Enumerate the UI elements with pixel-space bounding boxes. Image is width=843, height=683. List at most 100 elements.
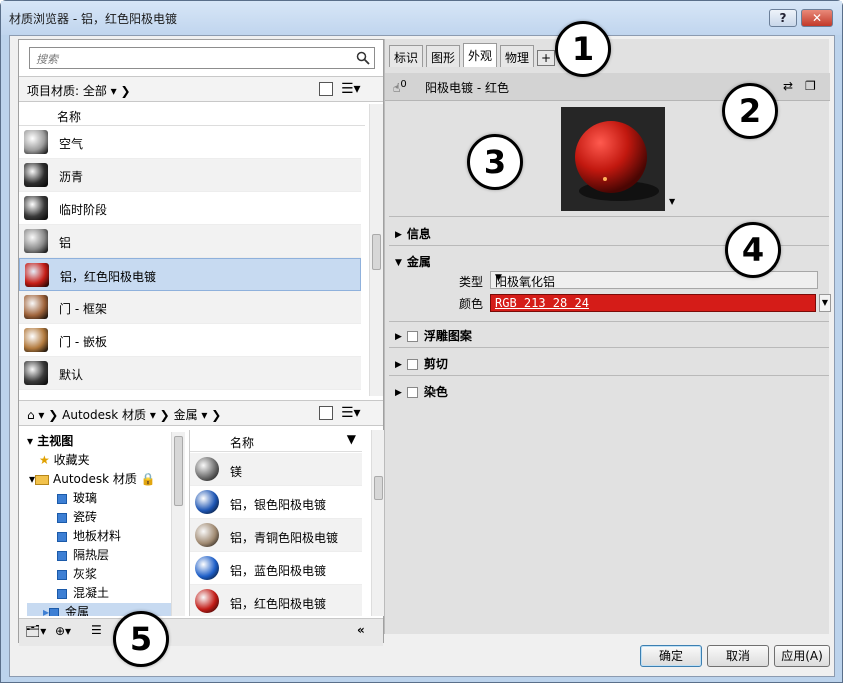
material-row[interactable]: 门 - 嵌板 <box>19 324 361 357</box>
project-list-scrollbar[interactable] <box>369 104 383 396</box>
library-material-row[interactable]: 铝，红色阳极电镀 <box>190 585 362 616</box>
material-row[interactable]: 默认 <box>19 357 361 390</box>
ok-button[interactable]: 确定 <box>640 645 702 667</box>
tree-item[interactable]: 灰浆 <box>57 565 97 583</box>
material-thumbnail <box>24 229 48 253</box>
tab-1[interactable]: 图形 <box>426 45 460 67</box>
library-list-header: 名称 ▼ <box>190 430 362 452</box>
library-material-row[interactable]: 铝，青铜色阳极电镀 <box>190 519 362 552</box>
collapse-icon[interactable]: « <box>357 623 365 637</box>
material-preview[interactable] <box>561 107 665 211</box>
color-label: 颜色 <box>459 297 484 311</box>
name-column-header: 名称 <box>57 110 82 124</box>
material-label: 镁 <box>230 465 243 479</box>
scroll-thumb[interactable] <box>372 234 381 270</box>
search-icon[interactable] <box>356 51 370 65</box>
panel-toggle-icon[interactable] <box>319 82 333 96</box>
material-thumbnail <box>195 523 219 547</box>
callout-3: 3 <box>467 134 523 190</box>
relief-checkbox <box>406 331 418 342</box>
library-material-row[interactable]: 铝，蓝色阳极电镀 <box>190 552 362 585</box>
tree-item[interactable]: 玻璃 <box>57 489 97 507</box>
material-label: 铝，青铜色阳极电镀 <box>230 531 339 545</box>
type-select[interactable]: 阳极氧化铝 ▼ <box>490 271 818 289</box>
tree-root[interactable]: ▾ 主视图 <box>27 432 73 450</box>
library-scroll-thumb[interactable] <box>374 476 383 500</box>
help-button[interactable]: ? <box>769 9 797 27</box>
search-placeholder: 搜索 <box>36 53 58 66</box>
material-thumbnail <box>195 589 219 613</box>
material-thumbnail <box>195 556 219 580</box>
tree-scroll-thumb[interactable] <box>174 436 183 506</box>
category-icon <box>57 550 67 561</box>
color-dropdown[interactable]: ▼ <box>819 294 831 312</box>
material-thumbnail <box>24 328 48 352</box>
material-thumbnail <box>195 490 219 514</box>
library-name-column: 名称 <box>230 436 255 450</box>
search-input[interactable]: 搜索 <box>29 47 375 69</box>
tree-autodesk-library[interactable]: ▾ Autodesk 材质 🔒 <box>29 470 156 488</box>
cutout-checkbox <box>406 359 418 370</box>
material-row[interactable]: 门 - 框架 <box>19 291 361 324</box>
tree-item[interactable]: 混凝土 <box>57 584 109 602</box>
material-row[interactable]: 空气 <box>19 126 361 159</box>
close-button[interactable]: ✕ <box>801 9 833 27</box>
title-bar: 材质浏览器 - 铝，红色阳极电镀 ? ✕ <box>1 1 842 35</box>
apply-button[interactable]: 应用(A) <box>774 645 830 667</box>
relief-section[interactable]: ▶ 浮雕图案 <box>395 327 472 344</box>
tree-item[interactable]: 地板材料 <box>57 527 121 545</box>
window-title: 材质浏览器 - 铝，红色阳极电镀 <box>9 12 177 26</box>
material-thumbnail <box>24 295 48 319</box>
tint-section[interactable]: ▶ 染色 <box>395 383 448 400</box>
tab-2[interactable]: 外观 <box>463 43 497 67</box>
color-swatch[interactable]: RGB 213 28 24 <box>490 294 816 312</box>
sort-dropdown-icon[interactable]: ▼ <box>347 432 356 446</box>
star-icon: ★ <box>39 453 50 467</box>
library-bar: ⌂ ▾ ❯ Autodesk 材质 ▾ ❯ 金属 ▾ ❯ ☰▾ <box>19 400 383 426</box>
tab-0[interactable]: 标识 <box>389 45 423 67</box>
library-view-options-icon[interactable]: ☰▾ <box>341 405 361 421</box>
category-icon <box>57 512 67 523</box>
callout-2: 2 <box>722 83 778 139</box>
material-label: 门 - 嵌板 <box>59 335 107 349</box>
tree-item[interactable]: 瓷砖 <box>57 508 97 526</box>
material-label: 铝，红色阳极电镀 <box>60 270 157 284</box>
tree-item[interactable]: 隔热层 <box>57 546 109 564</box>
material-row[interactable]: 临时阶段 <box>19 192 361 225</box>
material-label: 铝 <box>59 236 72 250</box>
folder-icon <box>35 474 50 485</box>
library-list-scrollbar[interactable] <box>371 430 385 616</box>
library-menu-icon[interactable]: 🗂▾ <box>25 624 46 638</box>
material-row[interactable]: 沥青 <box>19 159 361 192</box>
cancel-button[interactable]: 取消 <box>707 645 769 667</box>
library-breadcrumb[interactable]: ⌂ ▾ ❯ Autodesk 材质 ▾ ❯ 金属 ▾ ❯ <box>27 406 221 423</box>
replace-asset-icon[interactable]: ⇄ <box>783 79 793 93</box>
browser-pane: 搜索 项目材质: 全部 ▾ ❯ ☰▾ 名称 空气 沥青 临时阶段铝铝，红色阳极电镀门… <box>18 39 385 646</box>
material-thumbnail <box>24 196 48 220</box>
preview-dropdown-icon[interactable]: ▼ <box>669 197 675 206</box>
project-materials-list: 空气 沥青临时阶段铝铝，红色阳极电镀门 - 框架门 - 嵌板默认 <box>19 126 365 396</box>
material-row[interactable]: 铝 <box>19 225 361 258</box>
tint-checkbox <box>406 387 418 398</box>
tree-favorites[interactable]: ★ 收藏夹 <box>39 451 90 469</box>
library-materials-list: 名称 ▼ 镁铝，银色阳极电镀铝，青铜色阳极电镀铝，蓝色阳极电镀 铝，红色阳极电镀 <box>189 430 375 616</box>
editor-toggle-icon[interactable]: ☰ <box>91 623 102 637</box>
material-thumbnail <box>195 457 219 481</box>
library-material-row[interactable]: 铝，银色阳极电镀 <box>190 486 362 519</box>
material-label: 临时阶段 <box>59 203 108 217</box>
material-row[interactable]: 铝，红色阳极电镀 <box>19 258 361 291</box>
hand-icon[interactable]: ☝0 <box>393 79 407 95</box>
tree-scrollbar[interactable] <box>171 432 185 616</box>
add-tab-button[interactable]: + <box>537 50 555 66</box>
duplicate-asset-icon[interactable]: ❐ <box>805 79 816 93</box>
create-material-icon[interactable]: ⊕▾ <box>55 624 71 638</box>
project-filter-dropdown[interactable]: 项目材质: 全部 ▾ ❯ <box>27 82 131 99</box>
tab-3[interactable]: 物理 <box>500 45 534 67</box>
library-panel-toggle-icon[interactable] <box>319 406 333 420</box>
cutout-section[interactable]: ▶ 剪切 <box>395 355 448 372</box>
library-material-row[interactable]: 镁 <box>190 453 362 486</box>
metal-section[interactable]: ▼ 金属 <box>395 253 431 270</box>
view-options-icon[interactable]: ☰▾ <box>341 81 361 97</box>
info-section[interactable]: ▶ 信息 <box>395 225 431 242</box>
material-browser-window: 材质浏览器 - 铝，红色阳极电镀 ? ✕ 搜索 项目材质: 全部 ▾ ❯ ☰ ▾ … <box>0 0 843 683</box>
